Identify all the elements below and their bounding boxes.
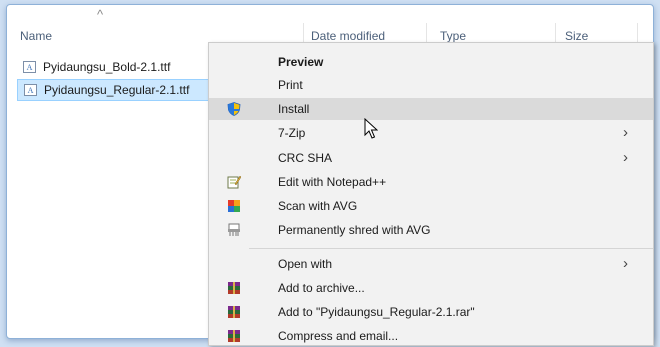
- winrar-icon: [228, 282, 240, 294]
- file-name: Pyidaungsu_Regular-2.1.ttf: [44, 83, 190, 97]
- menu-item-install[interactable]: Install: [209, 98, 653, 120]
- notepad-icon: [227, 175, 241, 189]
- chevron-right-icon: ›: [623, 124, 628, 141]
- context-menu: Preview Print Install 7-Zip › CRC SHA › …: [208, 42, 654, 346]
- chevron-right-icon: ›: [623, 149, 628, 166]
- menu-item-edit-notepad[interactable]: Edit with Notepad++: [209, 171, 653, 193]
- column-type[interactable]: Type: [440, 29, 466, 43]
- menu-item-compress-email[interactable]: Compress and email...: [209, 325, 653, 345]
- menu-item-add-to-rar[interactable]: Add to "Pyidaungsu_Regular-2.1.rar": [209, 301, 653, 323]
- font-file-icon: A: [24, 84, 37, 96]
- column-size[interactable]: Size: [565, 29, 588, 43]
- menu-item-print[interactable]: Print: [209, 74, 653, 96]
- svg-text:A: A: [28, 86, 34, 95]
- chevron-right-icon: ›: [623, 255, 628, 272]
- menu-item-scan-avg[interactable]: Scan with AVG: [209, 195, 653, 217]
- menu-separator: [249, 248, 653, 249]
- avg-icon: [228, 200, 240, 212]
- menu-item-crc-sha[interactable]: CRC SHA ›: [209, 147, 653, 169]
- font-file-icon: A: [23, 61, 36, 73]
- file-name: Pyidaungsu_Bold-2.1.ttf: [43, 60, 171, 74]
- menu-item-open-with[interactable]: Open with ›: [209, 253, 653, 275]
- mouse-cursor-icon: [364, 118, 378, 139]
- winrar-icon: [228, 330, 240, 342]
- menu-item-add-archive[interactable]: Add to archive...: [209, 277, 653, 299]
- file-row[interactable]: A Pyidaungsu_Bold-2.1.ttf: [17, 57, 223, 77]
- menu-item-7zip[interactable]: 7-Zip ›: [209, 122, 653, 144]
- menu-item-preview[interactable]: Preview: [209, 51, 653, 73]
- svg-text:A: A: [27, 63, 33, 72]
- column-name[interactable]: Name: [20, 29, 52, 43]
- shredder-icon: [228, 223, 240, 236]
- file-row-selected[interactable]: A Pyidaungsu_Regular-2.1.ttf: [17, 79, 211, 101]
- shield-icon: [227, 102, 241, 116]
- column-date-modified[interactable]: Date modified: [311, 29, 385, 43]
- menu-item-shred-avg[interactable]: Permanently shred with AVG: [209, 219, 653, 241]
- sort-ascending-icon: ^: [97, 7, 104, 22]
- winrar-icon: [228, 306, 240, 318]
